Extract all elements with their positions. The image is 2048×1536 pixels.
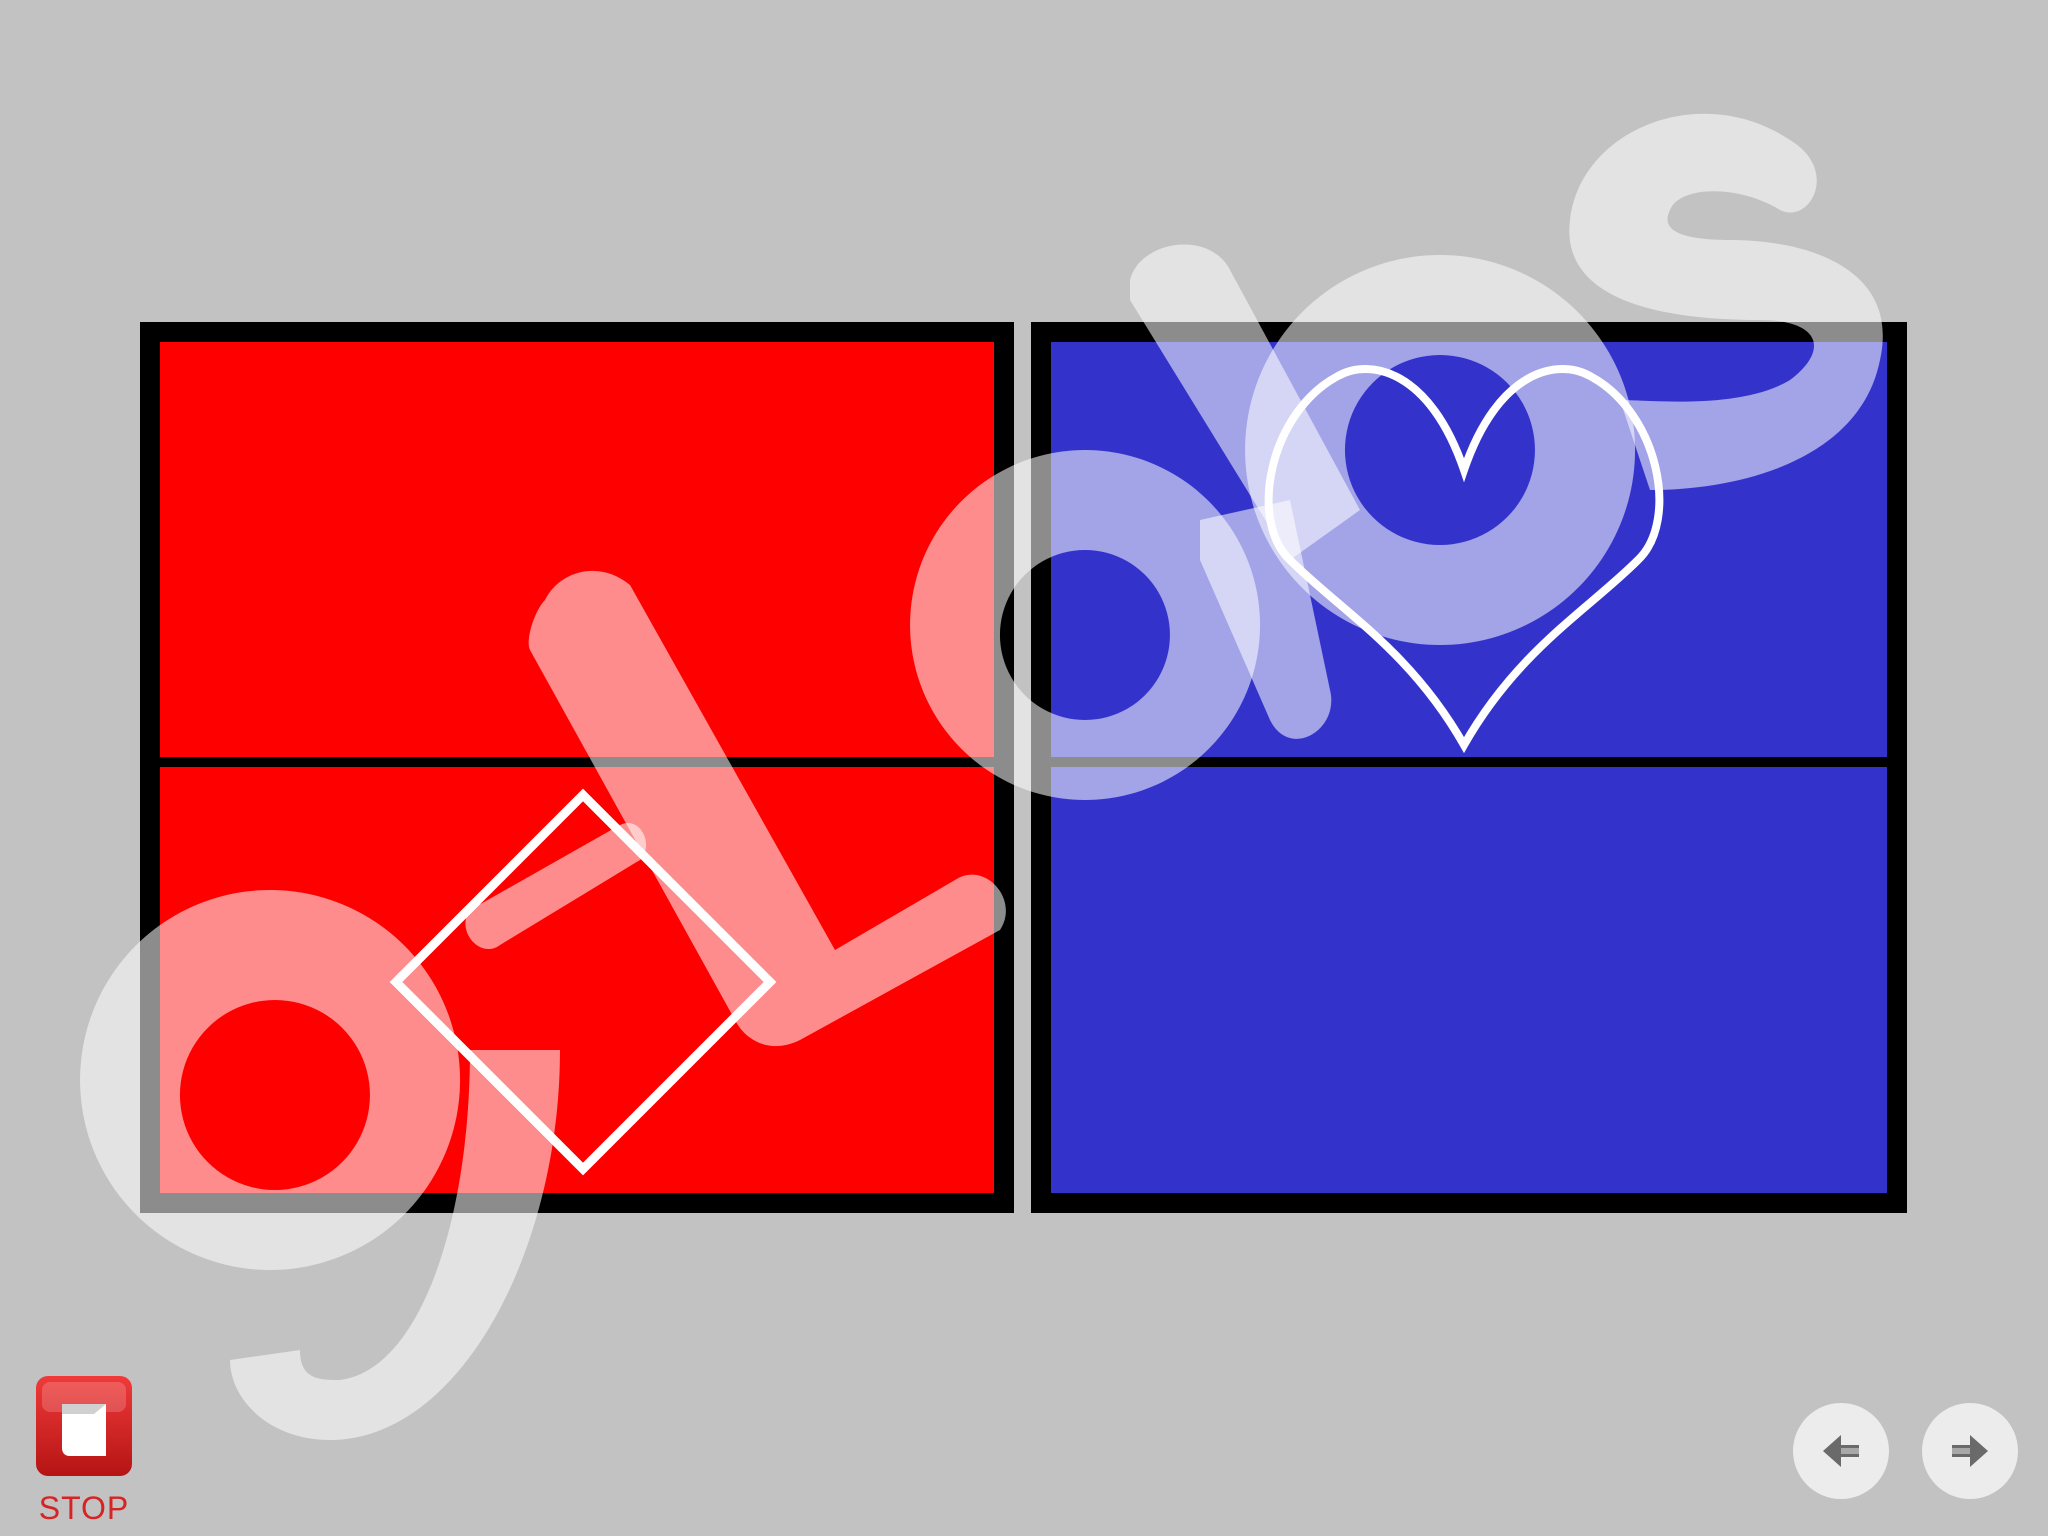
game-stage: STOP [0,0,2048,1536]
stop-label: STOP [38,1490,130,1526]
stop-button[interactable]: STOP [30,1374,138,1526]
quadrant-bottom-left[interactable] [140,757,1014,1213]
quadrant-top-right[interactable] [1031,322,1907,767]
arrow-right-icon [1952,1435,1988,1467]
previous-button[interactable] [1793,1403,1889,1499]
quadrant-bottom-right[interactable] [1031,757,1907,1213]
quadrant-top-left[interactable] [140,322,1014,767]
arrow-left-icon [1823,1435,1859,1467]
next-button[interactable] [1922,1403,2018,1499]
stop-icon [36,1376,132,1476]
